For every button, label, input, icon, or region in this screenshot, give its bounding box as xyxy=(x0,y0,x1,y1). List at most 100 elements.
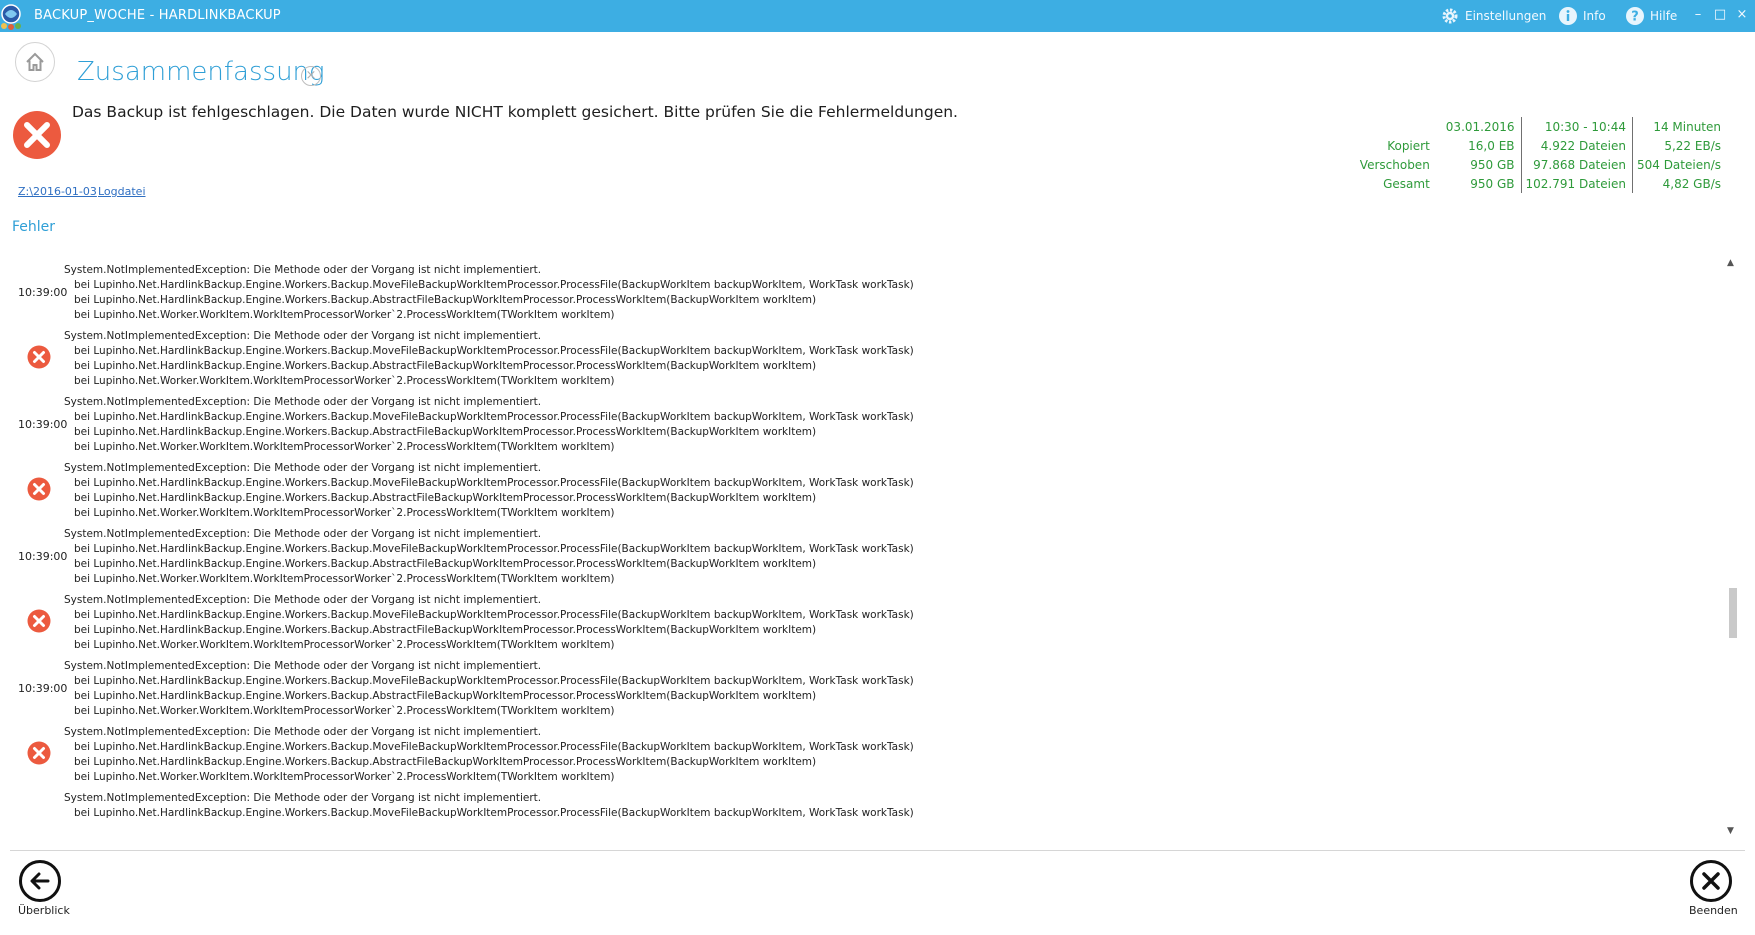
scrollbar-thumb[interactable] xyxy=(1729,588,1737,638)
gear-icon xyxy=(1442,8,1458,24)
stack-line: bei Lupinho.Net.HardlinkBackup.Engine.Wo… xyxy=(74,609,914,621)
error-icon xyxy=(27,477,51,501)
stack-line: bei Lupinho.Net.HardlinkBackup.Engine.Wo… xyxy=(74,294,817,306)
stats-label: Verschoben xyxy=(1359,157,1430,172)
exception-line: System.NotImplementedException: Die Meth… xyxy=(64,594,542,606)
exception-line: System.NotImplementedException: Die Meth… xyxy=(64,330,542,342)
stats-duration: 14 Minuten xyxy=(1653,119,1721,134)
footer-divider xyxy=(10,850,1745,851)
list-item: System.NotImplementedException: Die Meth… xyxy=(0,588,1720,654)
close-window-button[interactable]: × xyxy=(1735,7,1749,23)
info-button[interactable]: Info xyxy=(1558,5,1606,27)
maximize-button[interactable]: □ xyxy=(1713,7,1727,23)
list-item: 10:39:00 System.NotImplementedException:… xyxy=(0,522,1720,588)
stats-size: 950 GB xyxy=(1441,174,1522,193)
info-icon xyxy=(1559,7,1577,25)
backup-statistics: 03.01.2016 10:30 - 10:44 14 Minuten Kopi… xyxy=(1356,117,1725,193)
stack-line: bei Lupinho.Net.HardlinkBackup.Engine.Wo… xyxy=(74,624,817,636)
errors-section-label: Fehler xyxy=(12,219,56,235)
list-item: System.NotImplementedException: Die Meth… xyxy=(0,786,1720,842)
exception-line: System.NotImplementedException: Die Meth… xyxy=(64,726,542,738)
stack-line: bei Lupinho.Net.HardlinkBackup.Engine.Wo… xyxy=(74,411,914,423)
stats-size: 950 GB xyxy=(1441,155,1522,174)
stats-size: 16,0 EB xyxy=(1441,136,1522,155)
help-icon: ? xyxy=(1626,7,1644,25)
error-time: 10:39:00 xyxy=(18,286,68,299)
exit-button[interactable] xyxy=(1690,860,1732,902)
error-message: System.NotImplementedException: Die Meth… xyxy=(64,593,914,653)
error-message: System.NotImplementedException: Die Meth… xyxy=(64,725,914,785)
backup-path-link[interactable]: Z:\2016-01-03 xyxy=(18,185,97,198)
error-message: System.NotImplementedException: Die Meth… xyxy=(64,791,914,821)
scroll-up-arrow-icon[interactable]: ▲ xyxy=(1727,258,1734,268)
stats-label: Kopiert xyxy=(1387,138,1430,153)
home-icon xyxy=(26,52,44,71)
error-message: System.NotImplementedException: Die Meth… xyxy=(64,461,914,521)
stack-line: bei Lupinho.Net.Worker.WorkItem.WorkItem… xyxy=(74,309,615,321)
overview-label: Überblick xyxy=(18,904,70,917)
error-message: System.NotImplementedException: Die Meth… xyxy=(64,329,914,389)
arrow-left-icon xyxy=(30,872,50,890)
stack-line: bei Lupinho.Net.HardlinkBackup.Engine.Wo… xyxy=(74,426,817,438)
stack-line: bei Lupinho.Net.Worker.WorkItem.WorkItem… xyxy=(74,375,615,387)
stats-row-time: 03.01.2016 10:30 - 10:44 14 Minuten xyxy=(1356,117,1725,136)
stack-line: bei Lupinho.Net.HardlinkBackup.Engine.Wo… xyxy=(74,558,817,570)
status-message: Das Backup ist fehlgeschlagen. Die Daten… xyxy=(72,103,958,121)
stack-line: bei Lupinho.Net.HardlinkBackup.Engine.Wo… xyxy=(74,543,914,555)
exception-line: System.NotImplementedException: Die Meth… xyxy=(64,396,542,408)
stack-line: bei Lupinho.Net.HardlinkBackup.Engine.Wo… xyxy=(74,360,817,372)
stack-line: bei Lupinho.Net.HardlinkBackup.Engine.Wo… xyxy=(74,807,914,819)
scroll-down-arrow-icon[interactable]: ▼ xyxy=(1727,826,1734,836)
stack-line: bei Lupinho.Net.HardlinkBackup.Engine.Wo… xyxy=(74,345,914,357)
stats-files: 97.868 Dateien xyxy=(1521,155,1633,174)
app-logo-icon xyxy=(1,4,21,30)
minimize-button[interactable]: – xyxy=(1691,7,1705,23)
stats-row-total: Gesamt 950 GB 102.791 Dateien 4,82 GB/s xyxy=(1356,174,1725,193)
error-message: System.NotImplementedException: Die Meth… xyxy=(64,659,914,719)
list-item: 10:39:00 System.NotImplementedException:… xyxy=(0,258,1720,324)
list-item: 10:39:00 System.NotImplementedException:… xyxy=(0,390,1720,456)
stats-rate: 504 Dateien/s xyxy=(1636,157,1721,172)
close-icon xyxy=(1702,872,1720,890)
stack-line: bei Lupinho.Net.Worker.WorkItem.WorkItem… xyxy=(74,771,615,783)
error-time: 10:39:00 xyxy=(18,550,68,563)
stack-line: bei Lupinho.Net.Worker.WorkItem.WorkItem… xyxy=(74,573,615,585)
stats-date: 03.01.2016 xyxy=(1441,117,1522,136)
stack-line: bei Lupinho.Net.HardlinkBackup.Engine.Wo… xyxy=(74,690,817,702)
exception-line: System.NotImplementedException: Die Meth… xyxy=(64,462,542,474)
stack-line: bei Lupinho.Net.HardlinkBackup.Engine.Wo… xyxy=(74,741,914,753)
stats-time-range: 10:30 - 10:44 xyxy=(1521,117,1633,136)
stack-line: bei Lupinho.Net.HardlinkBackup.Engine.Wo… xyxy=(74,492,817,504)
info-label: Info xyxy=(1583,9,1606,23)
help-button[interactable]: ? Hilfe xyxy=(1625,5,1677,27)
list-item: System.NotImplementedException: Die Meth… xyxy=(0,456,1720,522)
stats-files: 4.922 Dateien xyxy=(1521,136,1633,155)
stack-line: bei Lupinho.Net.HardlinkBackup.Engine.Wo… xyxy=(74,756,817,768)
stack-line: bei Lupinho.Net.Worker.WorkItem.WorkItem… xyxy=(74,639,615,651)
stats-rate: 5,22 EB/s xyxy=(1664,138,1721,153)
error-icon xyxy=(27,345,51,369)
logfile-link[interactable]: Logdatei xyxy=(98,185,146,198)
stats-row-moved: Verschoben 950 GB 97.868 Dateien 504 Dat… xyxy=(1356,155,1725,174)
error-time: 10:39:00 xyxy=(18,418,68,431)
home-button[interactable] xyxy=(15,42,55,82)
help-label: Hilfe xyxy=(1650,9,1678,23)
stack-line: bei Lupinho.Net.Worker.WorkItem.WorkItem… xyxy=(74,705,615,717)
close-summary-button[interactable]: × xyxy=(301,66,321,86)
list-item: System.NotImplementedException: Die Meth… xyxy=(0,324,1720,390)
exception-line: System.NotImplementedException: Die Meth… xyxy=(64,792,542,804)
settings-button[interactable]: Einstellungen xyxy=(1440,5,1546,27)
list-item: System.NotImplementedException: Die Meth… xyxy=(0,720,1720,786)
title-bar: BACKUP_WOCHE - HARDLINKBACKUP Einstellun… xyxy=(0,0,1755,32)
exception-line: System.NotImplementedException: Die Meth… xyxy=(64,264,542,276)
stats-files: 102.791 Dateien xyxy=(1521,174,1633,193)
stack-line: bei Lupinho.Net.HardlinkBackup.Engine.Wo… xyxy=(74,279,914,291)
overview-button[interactable] xyxy=(19,860,61,902)
error-message: System.NotImplementedException: Die Meth… xyxy=(64,527,914,587)
window-title: BACKUP_WOCHE - HARDLINKBACKUP xyxy=(34,8,281,23)
error-list[interactable]: 10:39:00 System.NotImplementedException:… xyxy=(0,258,1720,842)
exception-line: System.NotImplementedException: Die Meth… xyxy=(64,528,542,540)
stats-rate: 4,82 GB/s xyxy=(1662,176,1721,191)
error-icon xyxy=(13,111,61,159)
page-title: Zusammenfassung xyxy=(77,57,325,87)
